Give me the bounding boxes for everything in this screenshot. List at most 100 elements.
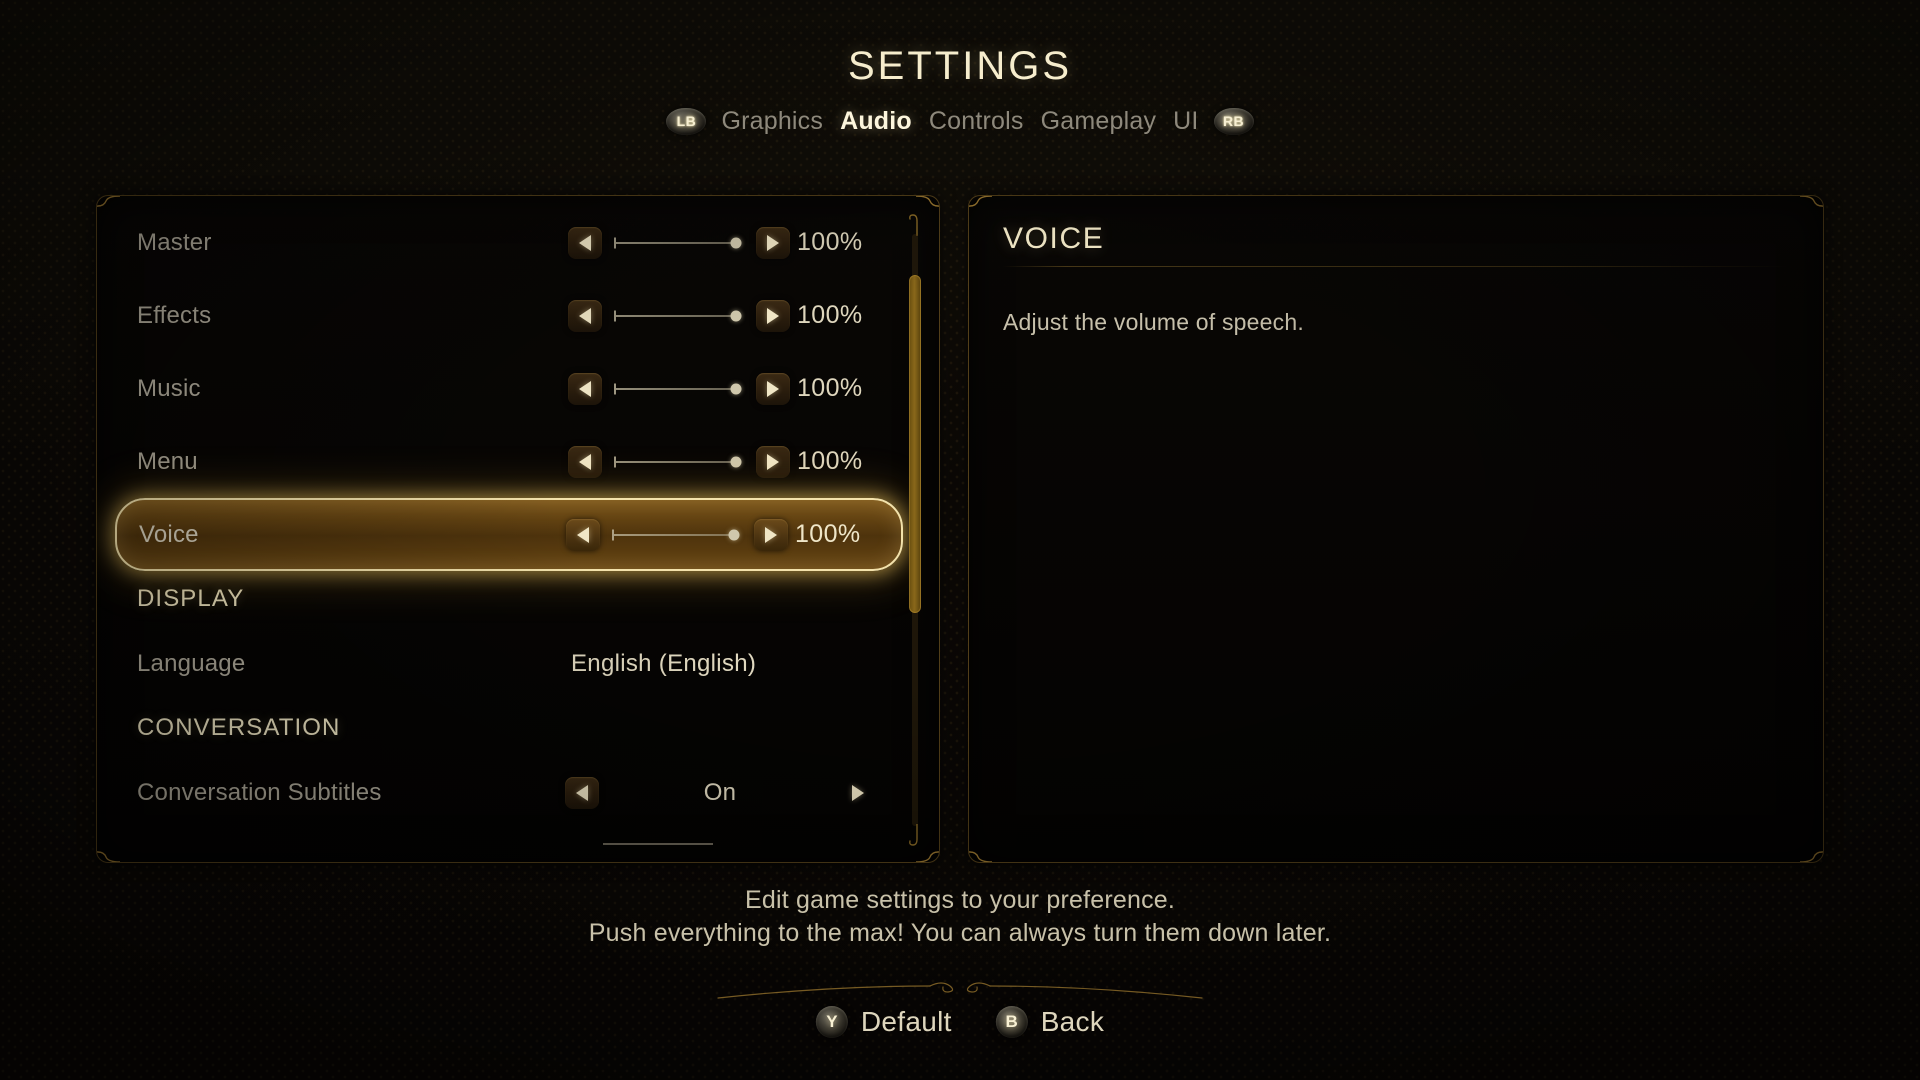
slider-track xyxy=(614,533,734,536)
detail-title-rule xyxy=(1003,266,1789,267)
settings-row-label: Conversation Subtitles xyxy=(137,778,382,806)
option-control: On xyxy=(565,776,875,809)
slider-knob[interactable] xyxy=(728,529,740,540)
clipped-row xyxy=(115,829,903,855)
divider-flourish-icon xyxy=(710,978,1210,1004)
settings-row-label: Effects xyxy=(137,301,212,329)
detail-description: Adjust the volume of speech. xyxy=(1003,309,1304,335)
left-bumper-badge[interactable]: LB xyxy=(666,107,707,135)
arrow-left-icon xyxy=(579,234,591,251)
slider-control: 100% xyxy=(566,518,873,551)
slider-increase-button[interactable] xyxy=(756,226,790,259)
slider-increase-button[interactable] xyxy=(756,299,790,332)
action-back[interactable]: B Back xyxy=(995,1006,1105,1038)
hint-text: Edit game settings to your preference. P… xyxy=(0,884,1920,950)
settings-row-selected[interactable]: Voice 100% xyxy=(115,498,903,571)
tab-ui[interactable]: UI xyxy=(1171,107,1200,136)
slider-decrease-button[interactable] xyxy=(568,445,602,478)
setting-value: English (English) xyxy=(571,649,757,677)
gamepad-button-glyph: B xyxy=(1005,1012,1018,1031)
slider-increase-button[interactable] xyxy=(754,518,788,551)
settings-row[interactable]: Conversation Subtitles On xyxy=(115,756,903,829)
action-bar: Y Default B Back xyxy=(0,978,1920,1080)
tab-graphics[interactable]: Graphics xyxy=(719,107,825,136)
slider-track-area[interactable] xyxy=(614,446,744,478)
slider-control: 100% xyxy=(568,226,875,259)
detail-content: VOICE Adjust the volume of speech. xyxy=(969,196,1823,862)
slider-track-area[interactable] xyxy=(612,519,742,551)
slider-track-area[interactable] xyxy=(614,227,744,259)
section-header: CONVERSATION xyxy=(137,714,341,741)
arrow-left-icon xyxy=(579,307,591,324)
action-label: Back xyxy=(1040,1006,1105,1037)
slider-track-area[interactable] xyxy=(614,373,744,405)
arrow-left-icon xyxy=(579,380,591,397)
option-next-button[interactable] xyxy=(841,777,875,809)
tab-gameplay[interactable]: Gameplay xyxy=(1039,107,1159,136)
settings-row[interactable]: Master 100% xyxy=(115,206,903,279)
detail-title: VOICE xyxy=(1003,222,1105,255)
slider-track-area[interactable] xyxy=(614,300,744,332)
slider-decrease-button[interactable] xyxy=(566,518,600,551)
slider-value: 100% xyxy=(797,374,863,402)
gamepad-button-y-icon[interactable]: Y xyxy=(815,1006,848,1038)
settings-row[interactable]: Language English (English) xyxy=(115,627,903,700)
slider-decrease-button[interactable] xyxy=(568,226,602,259)
tab-controls[interactable]: Controls xyxy=(927,107,1026,136)
tab-bar: LB Graphics Audio Controls Gameplay UI RB xyxy=(0,103,1920,139)
slider-track xyxy=(616,314,736,317)
slider-knob[interactable] xyxy=(730,237,742,248)
hint-line-2: Push everything to the max! You can alwa… xyxy=(588,919,1332,947)
slider-track xyxy=(616,460,736,463)
hint-line-1: Edit game settings to your preference. xyxy=(744,886,1176,914)
left-bumper-label: LB xyxy=(676,113,697,129)
right-bumper-label: RB xyxy=(1222,113,1245,129)
slider-decrease-button[interactable] xyxy=(568,372,602,405)
settings-row-label: Master xyxy=(137,228,212,256)
detail-panel: VOICE Adjust the volume of speech. xyxy=(968,195,1824,863)
slider-value: 100% xyxy=(797,228,863,256)
gamepad-button-b-icon[interactable]: B xyxy=(995,1006,1028,1038)
arrow-right-icon xyxy=(767,453,779,470)
settings-row-label: Language xyxy=(137,649,246,677)
slider-increase-button[interactable] xyxy=(756,372,790,405)
option-previous-button[interactable] xyxy=(565,776,599,809)
gamepad-button-glyph: Y xyxy=(826,1012,838,1031)
screen-header: SETTINGS LB Graphics Audio Controls Gamepla… xyxy=(0,0,1920,139)
slider-value: 100% xyxy=(795,520,861,548)
slider-value: 100% xyxy=(797,301,863,329)
slider-decrease-button[interactable] xyxy=(568,299,602,332)
settings-list-viewport: Master 100% Effects 100% Music 100% Menu 100% Vo… xyxy=(97,196,921,862)
scrollbar-bottom-ornament-icon xyxy=(908,824,922,848)
settings-row-label: Voice xyxy=(139,520,199,548)
slider-knob[interactable] xyxy=(730,456,742,467)
arrow-left-icon xyxy=(577,526,589,543)
right-bumper-badge[interactable]: RB xyxy=(1213,107,1254,135)
slider-increase-button[interactable] xyxy=(756,445,790,478)
settings-row[interactable]: Music 100% xyxy=(115,352,903,425)
arrow-right-icon xyxy=(767,380,779,397)
action-default[interactable]: Y Default xyxy=(815,1006,952,1038)
settings-row[interactable]: Effects 100% xyxy=(115,279,903,352)
slider-control: 100% xyxy=(568,372,875,405)
tab-audio[interactable]: Audio xyxy=(838,107,914,136)
arrow-right-icon xyxy=(767,234,779,251)
slider-knob[interactable] xyxy=(730,310,742,321)
slider-track xyxy=(616,241,736,244)
slider-knob[interactable] xyxy=(730,383,742,394)
settings-row[interactable]: Menu 100% xyxy=(115,425,903,498)
settings-row-label: Menu xyxy=(137,447,198,475)
clipped-slider-track xyxy=(603,843,713,845)
settings-list-panel: Master 100% Effects 100% Music 100% Menu 100% Vo… xyxy=(96,195,940,863)
settings-scrollbar[interactable] xyxy=(907,212,923,848)
action-label: Default xyxy=(860,1006,952,1037)
slider-control: 100% xyxy=(568,445,875,478)
settings-row-label: Music xyxy=(137,374,201,402)
scrollbar-top-ornament-icon xyxy=(908,212,922,236)
arrow-left-icon xyxy=(579,453,591,470)
slider-value: 100% xyxy=(797,447,863,475)
settings-list: Master 100% Effects 100% Music 100% Menu 100% Vo… xyxy=(97,196,921,855)
scrollbar-thumb[interactable] xyxy=(909,275,921,613)
arrow-left-icon xyxy=(576,784,588,801)
action-prompts: Y Default B Back xyxy=(815,1006,1105,1038)
